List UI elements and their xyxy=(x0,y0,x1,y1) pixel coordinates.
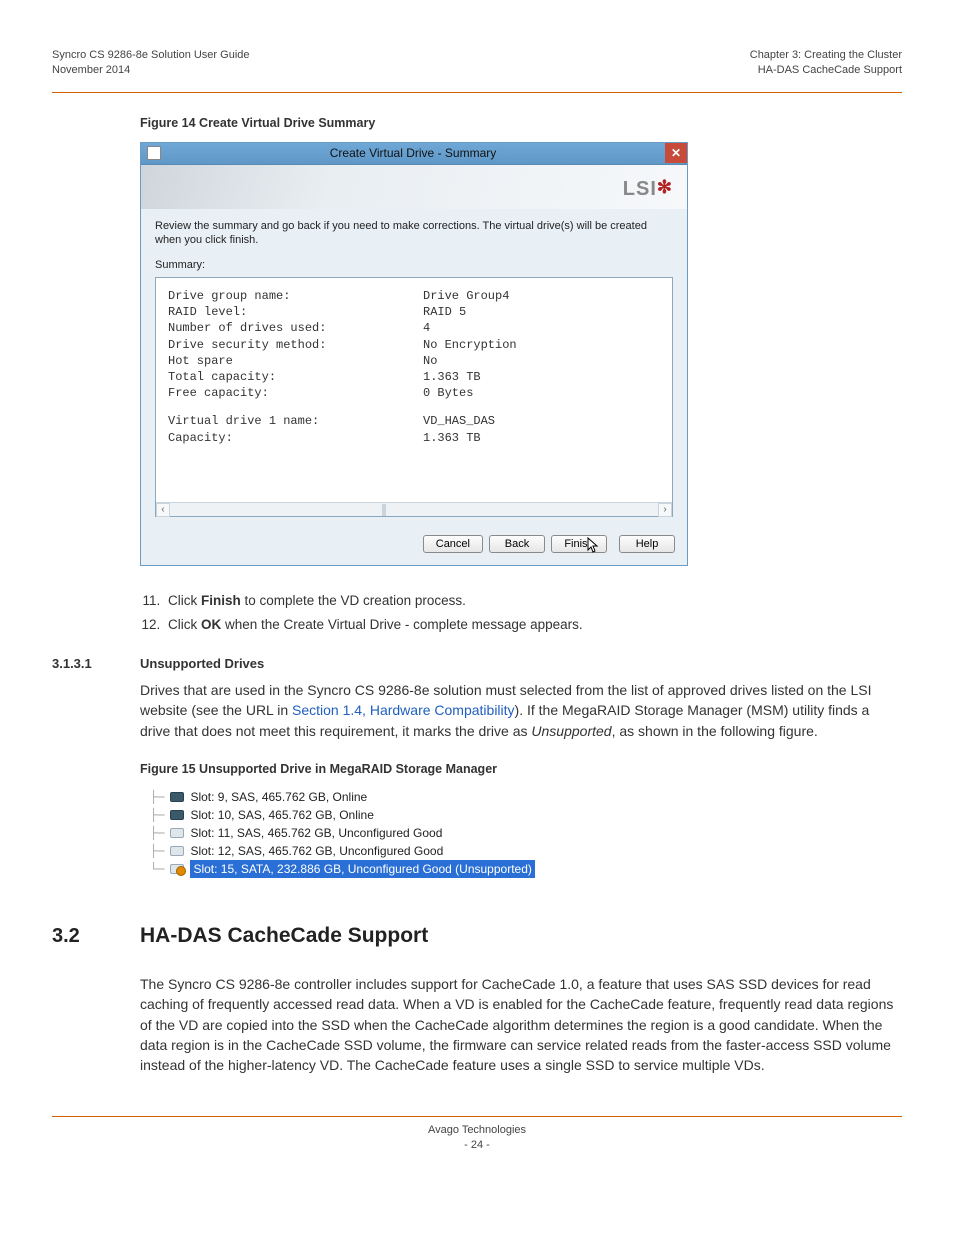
drive-label: Slot: 15, SATA, 232.886 GB, Unconfigured… xyxy=(190,860,534,878)
summary-row: Hot spareNo xyxy=(168,353,660,369)
summary-value: 1.363 TB xyxy=(423,430,481,446)
summary-label: Summary: xyxy=(155,258,673,273)
summary-key: Total capacity: xyxy=(168,369,423,385)
summary-textbox: Drive group name:Drive Group4RAID level:… xyxy=(155,277,673,517)
dialog-banner: LSI✻ xyxy=(141,165,687,209)
tree-connector-icon: ├─ xyxy=(150,842,164,860)
drive-tree-item[interactable]: ├─ Slot: 11, SAS, 465.762 GB, Unconfigure… xyxy=(150,824,902,842)
summary-value: RAID 5 xyxy=(423,304,466,320)
summary-row: Drive security method:No Encryption xyxy=(168,337,660,353)
disk-unsupported-icon xyxy=(170,864,184,874)
section-3-2-heading: 3.2 HA-DAS CacheCade Support xyxy=(52,922,902,950)
tree-connector-icon: ├─ xyxy=(150,824,164,842)
section-3-1-3-1-paragraph: Drives that are used in the Syncro CS 92… xyxy=(140,680,902,741)
summary-key: Drive security method: xyxy=(168,337,423,353)
summary-row: Free capacity:0 Bytes xyxy=(168,385,660,401)
disk-online-icon xyxy=(170,810,184,820)
doc-title: Syncro CS 9286-8e Solution User Guide xyxy=(52,48,250,63)
drive-label: Slot: 9, SAS, 465.762 GB, Online xyxy=(190,788,367,806)
summary-key: Virtual drive 1 name: xyxy=(168,413,423,429)
summary-row: RAID level:RAID 5 xyxy=(168,304,660,320)
lsi-logo: LSI✻ xyxy=(623,175,673,203)
header-left: Syncro CS 9286-8e Solution User Guide No… xyxy=(52,48,250,78)
summary-key: Capacity: xyxy=(168,430,423,446)
summary-value: 4 xyxy=(423,320,430,336)
scroll-right-arrow-icon[interactable]: › xyxy=(658,503,672,517)
summary-value: No xyxy=(423,353,437,369)
close-button[interactable]: ✕ xyxy=(665,143,687,163)
summary-row: Virtual drive 1 name:VD_HAS_DAS xyxy=(168,413,660,429)
create-vd-summary-dialog: Create Virtual Drive - Summary ✕ LSI✻ Re… xyxy=(140,142,688,567)
step-12: Click OK when the Create Virtual Drive -… xyxy=(164,616,902,634)
scroll-thumb[interactable] xyxy=(382,504,386,516)
section-title: Unsupported Drives xyxy=(140,655,264,673)
drive-tree-list: ├─ Slot: 9, SAS, 465.762 GB, Online ├─ Slot… xyxy=(150,788,902,878)
dialog-button-row: Cancel Back Finish Help xyxy=(141,525,687,565)
drive-label: Slot: 10, SAS, 465.762 GB, Online xyxy=(190,806,373,824)
logo-spark-icon: ✻ xyxy=(657,177,673,197)
tree-connector-icon: └─ xyxy=(150,860,164,878)
cancel-button[interactable]: Cancel xyxy=(423,535,483,553)
dialog-instruction: Review the summary and go back if you ne… xyxy=(155,219,673,249)
app-icon xyxy=(147,146,161,160)
footer-page-number: - 24 - xyxy=(52,1138,902,1153)
chapter-title: Chapter 3: Creating the Cluster xyxy=(750,48,902,63)
figure-14-caption: Figure 14 Create Virtual Drive Summary xyxy=(140,115,902,132)
section-3-2-paragraph: The Syncro CS 9286-8e controller include… xyxy=(140,974,902,1075)
drive-tree-item[interactable]: ├─ Slot: 10, SAS, 465.762 GB, Online xyxy=(150,806,902,824)
summary-value: Drive Group4 xyxy=(423,288,509,304)
tree-connector-icon: ├─ xyxy=(150,806,164,824)
summary-row: Drive group name:Drive Group4 xyxy=(168,288,660,304)
dialog-body: Review the summary and go back if you ne… xyxy=(141,209,687,526)
help-button[interactable]: Help xyxy=(619,535,675,553)
disk-online-icon xyxy=(170,792,184,802)
summary-key: Drive group name: xyxy=(168,288,423,304)
summary-row: Number of drives used:4 xyxy=(168,320,660,336)
back-button[interactable]: Back xyxy=(489,535,545,553)
section-title: HA-DAS CacheCade Support xyxy=(140,922,428,950)
summary-row: Capacity:1.363 TB xyxy=(168,430,660,446)
footer-company: Avago Technologies xyxy=(52,1123,902,1138)
drive-tree-item[interactable]: ├─ Slot: 12, SAS, 465.762 GB, Unconfigure… xyxy=(150,842,902,860)
scroll-left-arrow-icon[interactable]: ‹ xyxy=(156,503,170,517)
drive-label: Slot: 12, SAS, 465.762 GB, Unconfigured … xyxy=(190,842,443,860)
summary-key: Free capacity: xyxy=(168,385,423,401)
drive-tree-item[interactable]: ├─ Slot: 9, SAS, 465.762 GB, Online xyxy=(150,788,902,806)
horizontal-scrollbar[interactable]: ‹ › xyxy=(156,502,672,516)
step-11: Click Finish to complete the VD creation… xyxy=(164,592,902,610)
drive-label: Slot: 11, SAS, 465.762 GB, Unconfigured … xyxy=(190,824,442,842)
summary-value: 1.363 TB xyxy=(423,369,481,385)
section-number: 3.1.3.1 xyxy=(52,655,140,673)
summary-value: No Encryption xyxy=(423,337,517,353)
header-right: Chapter 3: Creating the Cluster HA-DAS C… xyxy=(750,48,902,78)
section-subtitle: HA-DAS CacheCade Support xyxy=(750,63,902,78)
summary-key: Number of drives used: xyxy=(168,320,423,336)
summary-value: VD_HAS_DAS xyxy=(423,413,495,429)
dialog-title: Create Virtual Drive - Summary xyxy=(161,145,665,161)
dialog-titlebar: Create Virtual Drive - Summary ✕ xyxy=(141,143,687,165)
disk-unconfigured-icon xyxy=(170,846,184,856)
page-footer: Avago Technologies - 24 - xyxy=(52,1116,902,1153)
disk-unconfigured-icon xyxy=(170,828,184,838)
summary-key: RAID level: xyxy=(168,304,423,320)
doc-date: November 2014 xyxy=(52,63,250,78)
hardware-compatibility-link[interactable]: Section 1.4, Hardware Compatibility xyxy=(292,702,515,718)
figure-15-caption: Figure 15 Unsupported Drive in MegaRAID … xyxy=(140,761,902,778)
page-header: Syncro CS 9286-8e Solution User Guide No… xyxy=(52,48,902,93)
procedure-steps: Click Finish to complete the VD creation… xyxy=(164,592,902,634)
section-number: 3.2 xyxy=(52,923,140,950)
summary-key: Hot spare xyxy=(168,353,423,369)
summary-row: Total capacity:1.363 TB xyxy=(168,369,660,385)
tree-connector-icon: ├─ xyxy=(150,788,164,806)
summary-value: 0 Bytes xyxy=(423,385,473,401)
section-3-1-3-1-heading: 3.1.3.1 Unsupported Drives xyxy=(52,655,902,673)
drive-tree-item[interactable]: └─ Slot: 15, SATA, 232.886 GB, Unconfigur… xyxy=(150,860,902,878)
